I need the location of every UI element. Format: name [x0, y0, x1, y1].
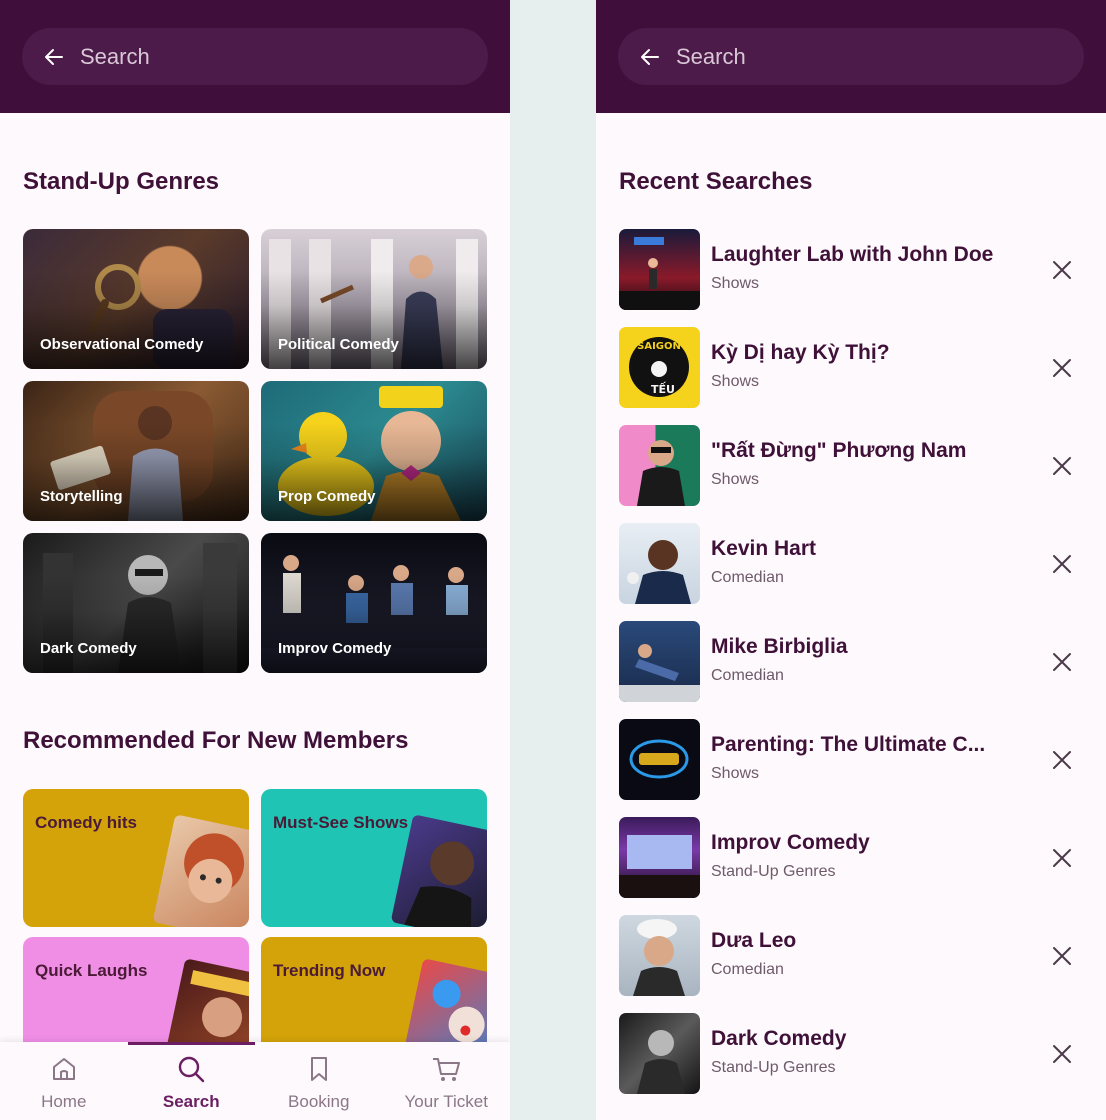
- recent-subtitle: Comedian: [711, 569, 784, 586]
- comedian-tile: [152, 814, 249, 927]
- search-input[interactable]: Search: [676, 44, 746, 70]
- saigon-text: SAIGON: [637, 341, 681, 352]
- search-bar[interactable]: Search: [618, 28, 1084, 85]
- rec-card-comedy-hits[interactable]: Comedy hits: [23, 789, 249, 927]
- recent-item[interactable]: SAIGON TẾU Kỳ Dị hay Kỳ Thị? Shows: [619, 327, 1084, 408]
- recent-title: Kevin Hart: [711, 537, 817, 560]
- arrow-left-icon[interactable]: [638, 45, 662, 69]
- search-screen-recent: Search Recent Searches Laughter Lab with…: [596, 0, 1106, 1120]
- genre-label: Political Comedy: [278, 336, 399, 353]
- show-thumbnail: [619, 719, 700, 800]
- genre-label: Observational Comedy: [40, 336, 204, 353]
- bookmark-icon: [310, 1057, 327, 1081]
- top-app-bar: Search: [596, 0, 1106, 113]
- search-screen-genres: Search Stand-Up Genres Observational Com…: [0, 0, 510, 1120]
- nav-label: Home: [41, 1092, 87, 1111]
- recent-title: "Rất Đừng" Phương Nam: [711, 439, 967, 462]
- genre-card-observational[interactable]: Observational Comedy: [23, 229, 249, 369]
- recent-title: Dark Comedy: [711, 1027, 847, 1050]
- close-icon[interactable]: [1049, 1041, 1075, 1067]
- genre-card-prop[interactable]: Prop Comedy: [261, 381, 487, 521]
- recent-subtitle: Shows: [711, 275, 760, 292]
- comedian-thumbnail: [619, 523, 700, 604]
- recent-item[interactable]: Kevin Hart Comedian: [619, 523, 1084, 604]
- nav-label: Your Ticket: [404, 1092, 488, 1111]
- recent-subtitle: Stand-Up Genres: [711, 1059, 836, 1076]
- recent-subtitle: Comedian: [711, 667, 784, 684]
- recent-subtitle: Shows: [711, 373, 760, 390]
- rec-label: Trending Now: [273, 961, 386, 980]
- recent-subtitle: Shows: [711, 765, 760, 782]
- genre-card-dark[interactable]: Dark Comedy: [23, 533, 249, 673]
- teu-text: TẾU: [651, 381, 675, 396]
- recent-title: Dưa Leo: [711, 929, 797, 952]
- bottom-nav: Home Search Booking Your Ticket: [0, 1042, 510, 1120]
- genre-label: Storytelling: [40, 488, 123, 505]
- search-bar[interactable]: Search: [22, 28, 488, 85]
- recent-subtitle: Shows: [711, 471, 760, 488]
- recent-title: Mike Birbiglia: [711, 635, 848, 658]
- cart-icon: [433, 1058, 461, 1081]
- recent-item[interactable]: Parenting: The Ultimate C... Shows: [619, 719, 1084, 800]
- nav-search[interactable]: Search: [127, 1042, 255, 1120]
- nav-label: Booking: [288, 1092, 350, 1111]
- rec-card-must-see[interactable]: Must-See Shows: [261, 789, 487, 927]
- genre-card-improv[interactable]: Improv Comedy: [261, 533, 487, 673]
- recent-item[interactable]: Mike Birbiglia Comedian: [619, 621, 1084, 702]
- close-icon[interactable]: [1049, 453, 1075, 479]
- genre-label: Prop Comedy: [278, 488, 376, 505]
- show-thumbnail: [619, 425, 700, 506]
- comedian-thumbnail: [619, 915, 700, 996]
- show-thumbnail: SAIGON TẾU: [619, 327, 700, 408]
- show-thumbnail: [619, 229, 700, 310]
- genre-label: Improv Comedy: [278, 640, 392, 657]
- recent-item[interactable]: Dưa Leo Comedian: [619, 915, 1084, 996]
- genre-thumbnail: [619, 1013, 700, 1094]
- recent-item[interactable]: "Rất Đừng" Phương Nam Shows: [619, 425, 1084, 506]
- close-icon[interactable]: [1049, 551, 1075, 577]
- arrow-left-icon[interactable]: [42, 45, 66, 69]
- close-icon[interactable]: [1049, 649, 1075, 675]
- close-icon[interactable]: [1049, 845, 1075, 871]
- recent-subtitle: Comedian: [711, 961, 784, 978]
- genre-thumbnail: [619, 817, 700, 898]
- home-icon: [52, 1058, 75, 1080]
- nav-home[interactable]: Home: [0, 1042, 128, 1120]
- top-app-bar: Search: [0, 0, 510, 113]
- nav-your-ticket[interactable]: Your Ticket: [383, 1042, 511, 1120]
- nav-label: Search: [162, 1092, 220, 1111]
- genre-label: Dark Comedy: [40, 640, 137, 657]
- recommended-section-title: Recommended For New Members: [23, 727, 409, 754]
- rec-label: Comedy hits: [35, 813, 138, 832]
- genre-card-storytelling[interactable]: Storytelling: [23, 381, 249, 521]
- recent-title: Kỳ Dị hay Kỳ Thị?: [711, 341, 890, 364]
- recent-item[interactable]: Laughter Lab with John Doe Shows: [619, 229, 1084, 310]
- recent-subtitle: Stand-Up Genres: [711, 863, 836, 880]
- close-icon[interactable]: [1049, 355, 1075, 381]
- close-icon[interactable]: [1049, 257, 1075, 283]
- close-icon[interactable]: [1049, 943, 1075, 969]
- rec-label: Quick Laughs: [35, 961, 148, 980]
- recent-title: Parenting: The Ultimate C...: [711, 733, 986, 756]
- rec-label: Must-See Shows: [273, 813, 409, 832]
- comedian-thumbnail: [619, 621, 700, 702]
- recent-title: Improv Comedy: [711, 831, 870, 854]
- recent-section-title: Recent Searches: [619, 168, 813, 195]
- recent-title: Laughter Lab with John Doe: [711, 243, 994, 266]
- nav-booking[interactable]: Booking: [255, 1042, 383, 1120]
- search-input[interactable]: Search: [80, 44, 150, 70]
- genre-card-political[interactable]: Political Comedy: [261, 229, 487, 369]
- close-icon[interactable]: [1049, 747, 1075, 773]
- recent-item[interactable]: Improv Comedy Stand-Up Genres: [619, 817, 1084, 898]
- genres-section-title: Stand-Up Genres: [23, 168, 220, 195]
- recent-item[interactable]: Dark Comedy Stand-Up Genres: [619, 1013, 1084, 1094]
- search-icon: [179, 1056, 205, 1083]
